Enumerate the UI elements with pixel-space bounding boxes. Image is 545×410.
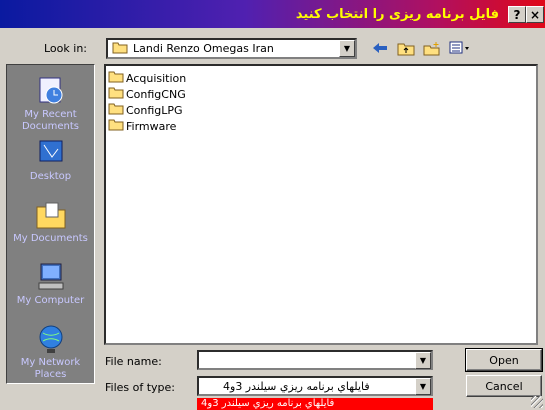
chevron-down-icon[interactable]: ▼ — [415, 352, 431, 369]
folder-icon — [108, 102, 124, 118]
my-documents-icon — [34, 199, 68, 231]
list-item[interactable]: Firmware — [108, 118, 534, 134]
my-computer-icon — [34, 261, 68, 293]
list-item[interactable]: ConfigCNG — [108, 86, 534, 102]
window-title: فایل برنامه ریزی را انتخاب کنید — [295, 6, 499, 22]
cancel-button[interactable]: Cancel — [466, 375, 542, 397]
back-icon[interactable] — [370, 38, 390, 58]
chevron-down-icon[interactable]: ▼ — [415, 378, 431, 395]
filename-input[interactable]: ▼ — [197, 350, 433, 370]
filename-label: File name: — [105, 355, 162, 368]
up-folder-icon[interactable] — [396, 38, 416, 58]
filetype-value: فايلهاي برنامه ريزي سيلندر 3و4 — [223, 380, 370, 393]
places-bar: My Recent Documents Desktop My Documents… — [6, 64, 95, 384]
resize-grip[interactable] — [531, 396, 543, 408]
toolbar — [370, 38, 472, 58]
place-recent-documents[interactable]: My Recent Documents — [7, 75, 94, 133]
list-item[interactable]: ConfigLPG — [108, 102, 534, 118]
filetype-label: Files of type: — [105, 381, 176, 394]
filetype-select[interactable]: فايلهاي برنامه ريزي سيلندر 3و4 ▼ — [197, 376, 433, 396]
place-my-documents[interactable]: My Documents — [7, 199, 94, 245]
network-places-icon — [34, 323, 68, 355]
filetype-option[interactable]: فايلهاي برنامه ريزي سيلندر 3و4 — [197, 398, 433, 410]
open-button[interactable]: Open — [465, 348, 543, 372]
chevron-down-icon[interactable]: ▼ — [339, 40, 355, 57]
close-button[interactable]: × — [526, 6, 544, 23]
lookin-value: Landi Renzo Omegas Iran — [133, 42, 274, 55]
folder-icon — [108, 118, 124, 134]
file-list[interactable]: Acquisition ConfigCNG ConfigLPG Firmware — [104, 64, 538, 345]
title-bar[interactable]: فایل برنامه ریزی را انتخاب کنید — [0, 0, 545, 28]
folder-icon — [112, 41, 128, 57]
folder-icon — [108, 70, 124, 86]
lookin-label: Look in: — [44, 42, 87, 55]
lookin-combo[interactable]: Landi Renzo Omegas Iran ▼ — [106, 38, 357, 59]
help-button[interactable]: ? — [508, 6, 526, 23]
list-item[interactable]: Acquisition — [108, 70, 534, 86]
place-desktop[interactable]: Desktop — [7, 137, 94, 183]
place-my-computer[interactable]: My Computer — [7, 261, 94, 307]
place-network-places[interactable]: My Network Places — [7, 323, 94, 381]
view-menu-icon[interactable] — [448, 38, 472, 58]
recent-documents-icon — [34, 75, 68, 107]
desktop-icon — [34, 137, 68, 169]
new-folder-icon[interactable] — [422, 38, 442, 58]
folder-icon — [108, 86, 124, 102]
